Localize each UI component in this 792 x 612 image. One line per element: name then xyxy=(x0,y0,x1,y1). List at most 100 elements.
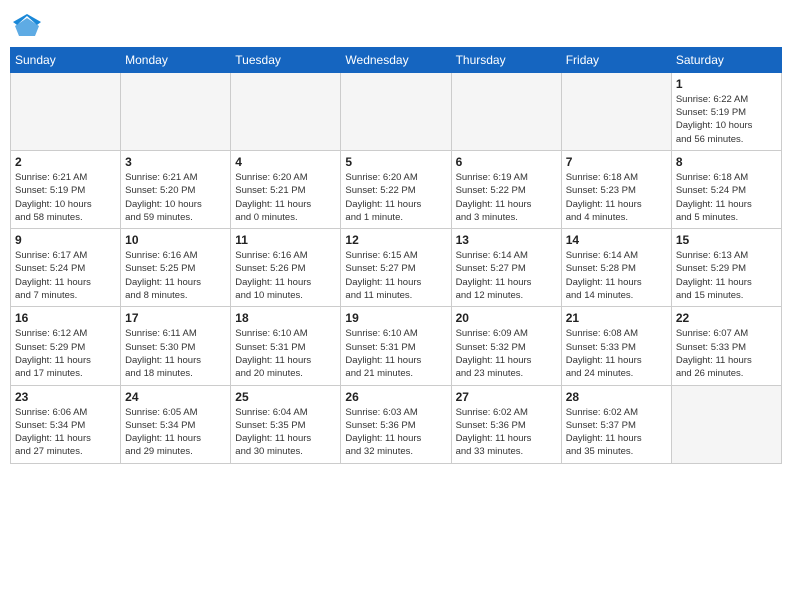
day-number: 28 xyxy=(566,390,667,404)
calendar-week-row: 9 Sunrise: 6:17 AM Sunset: 5:24 PM Daylig… xyxy=(11,229,782,307)
day-info: Sunrise: 6:12 AM Sunset: 5:29 PM Dayligh… xyxy=(15,327,116,380)
weekday-header: Thursday xyxy=(451,47,561,72)
day-number: 21 xyxy=(566,311,667,325)
logo-icon xyxy=(13,14,41,36)
calendar-header-row: SundayMondayTuesdayWednesdayThursdayFrid… xyxy=(11,47,782,72)
calendar-table: SundayMondayTuesdayWednesdayThursdayFrid… xyxy=(10,47,782,464)
day-number: 9 xyxy=(15,233,116,247)
day-info: Sunrise: 6:16 AM Sunset: 5:25 PM Dayligh… xyxy=(125,249,226,302)
day-number: 17 xyxy=(125,311,226,325)
day-info: Sunrise: 6:06 AM Sunset: 5:34 PM Dayligh… xyxy=(15,406,116,459)
day-info: Sunrise: 6:07 AM Sunset: 5:33 PM Dayligh… xyxy=(676,327,777,380)
day-number: 23 xyxy=(15,390,116,404)
calendar-cell: 14 Sunrise: 6:14 AM Sunset: 5:28 PM Dayli… xyxy=(561,229,671,307)
calendar-cell: 3 Sunrise: 6:21 AM Sunset: 5:20 PM Daylig… xyxy=(121,150,231,228)
calendar-cell: 23 Sunrise: 6:06 AM Sunset: 5:34 PM Dayli… xyxy=(11,385,121,463)
weekday-header: Monday xyxy=(121,47,231,72)
calendar-cell xyxy=(671,385,781,463)
day-number: 5 xyxy=(345,155,446,169)
day-info: Sunrise: 6:20 AM Sunset: 5:22 PM Dayligh… xyxy=(345,171,446,224)
day-info: Sunrise: 6:02 AM Sunset: 5:36 PM Dayligh… xyxy=(456,406,557,459)
calendar-cell: 11 Sunrise: 6:16 AM Sunset: 5:26 PM Dayli… xyxy=(231,229,341,307)
calendar-cell: 5 Sunrise: 6:20 AM Sunset: 5:22 PM Daylig… xyxy=(341,150,451,228)
day-number: 14 xyxy=(566,233,667,247)
calendar-cell: 4 Sunrise: 6:20 AM Sunset: 5:21 PM Daylig… xyxy=(231,150,341,228)
calendar-cell xyxy=(451,72,561,150)
calendar-cell: 17 Sunrise: 6:11 AM Sunset: 5:30 PM Dayli… xyxy=(121,307,231,385)
weekday-header: Friday xyxy=(561,47,671,72)
weekday-header: Tuesday xyxy=(231,47,341,72)
day-info: Sunrise: 6:13 AM Sunset: 5:29 PM Dayligh… xyxy=(676,249,777,302)
calendar-week-row: 2 Sunrise: 6:21 AM Sunset: 5:19 PM Daylig… xyxy=(11,150,782,228)
calendar-cell xyxy=(231,72,341,150)
day-number: 4 xyxy=(235,155,336,169)
calendar-cell xyxy=(121,72,231,150)
calendar-cell: 1Sunrise: 6:22 AM Sunset: 5:19 PM Daylig… xyxy=(671,72,781,150)
calendar-cell: 27 Sunrise: 6:02 AM Sunset: 5:36 PM Dayli… xyxy=(451,385,561,463)
day-info: Sunrise: 6:22 AM Sunset: 5:19 PM Dayligh… xyxy=(676,93,777,146)
calendar-cell: 8 Sunrise: 6:18 AM Sunset: 5:24 PM Daylig… xyxy=(671,150,781,228)
calendar-cell: 22 Sunrise: 6:07 AM Sunset: 5:33 PM Dayli… xyxy=(671,307,781,385)
day-info: Sunrise: 6:05 AM Sunset: 5:34 PM Dayligh… xyxy=(125,406,226,459)
day-number: 19 xyxy=(345,311,446,325)
calendar-cell xyxy=(11,72,121,150)
calendar-cell: 15 Sunrise: 6:13 AM Sunset: 5:29 PM Dayli… xyxy=(671,229,781,307)
day-number: 24 xyxy=(125,390,226,404)
day-info: Sunrise: 6:17 AM Sunset: 5:24 PM Dayligh… xyxy=(15,249,116,302)
day-number: 10 xyxy=(125,233,226,247)
calendar-cell: 7 Sunrise: 6:18 AM Sunset: 5:23 PM Daylig… xyxy=(561,150,671,228)
day-info: Sunrise: 6:14 AM Sunset: 5:28 PM Dayligh… xyxy=(566,249,667,302)
day-info: Sunrise: 6:20 AM Sunset: 5:21 PM Dayligh… xyxy=(235,171,336,224)
day-info: Sunrise: 6:04 AM Sunset: 5:35 PM Dayligh… xyxy=(235,406,336,459)
logo xyxy=(10,14,41,41)
calendar-cell: 21 Sunrise: 6:08 AM Sunset: 5:33 PM Dayli… xyxy=(561,307,671,385)
day-number: 22 xyxy=(676,311,777,325)
calendar-cell: 16Sunrise: 6:12 AM Sunset: 5:29 PM Dayli… xyxy=(11,307,121,385)
day-number: 27 xyxy=(456,390,557,404)
day-number: 7 xyxy=(566,155,667,169)
calendar-cell: 25 Sunrise: 6:04 AM Sunset: 5:35 PM Dayli… xyxy=(231,385,341,463)
weekday-header: Sunday xyxy=(11,47,121,72)
day-info: Sunrise: 6:10 AM Sunset: 5:31 PM Dayligh… xyxy=(235,327,336,380)
day-number: 25 xyxy=(235,390,336,404)
day-number: 20 xyxy=(456,311,557,325)
page-header xyxy=(10,10,782,41)
day-info: Sunrise: 6:21 AM Sunset: 5:19 PM Dayligh… xyxy=(15,171,116,224)
day-info: Sunrise: 6:16 AM Sunset: 5:26 PM Dayligh… xyxy=(235,249,336,302)
day-number: 26 xyxy=(345,390,446,404)
day-info: Sunrise: 6:08 AM Sunset: 5:33 PM Dayligh… xyxy=(566,327,667,380)
calendar-cell: 10 Sunrise: 6:16 AM Sunset: 5:25 PM Dayli… xyxy=(121,229,231,307)
day-info: Sunrise: 6:14 AM Sunset: 5:27 PM Dayligh… xyxy=(456,249,557,302)
day-number: 12 xyxy=(345,233,446,247)
calendar-cell: 9 Sunrise: 6:17 AM Sunset: 5:24 PM Daylig… xyxy=(11,229,121,307)
day-info: Sunrise: 6:15 AM Sunset: 5:27 PM Dayligh… xyxy=(345,249,446,302)
day-info: Sunrise: 6:21 AM Sunset: 5:20 PM Dayligh… xyxy=(125,171,226,224)
day-number: 6 xyxy=(456,155,557,169)
calendar-cell: 12 Sunrise: 6:15 AM Sunset: 5:27 PM Dayli… xyxy=(341,229,451,307)
day-info: Sunrise: 6:18 AM Sunset: 5:23 PM Dayligh… xyxy=(566,171,667,224)
day-number: 13 xyxy=(456,233,557,247)
day-info: Sunrise: 6:18 AM Sunset: 5:24 PM Dayligh… xyxy=(676,171,777,224)
day-info: Sunrise: 6:19 AM Sunset: 5:22 PM Dayligh… xyxy=(456,171,557,224)
calendar-cell: 20 Sunrise: 6:09 AM Sunset: 5:32 PM Dayli… xyxy=(451,307,561,385)
calendar-cell: 6 Sunrise: 6:19 AM Sunset: 5:22 PM Daylig… xyxy=(451,150,561,228)
calendar-cell xyxy=(561,72,671,150)
day-number: 18 xyxy=(235,311,336,325)
day-info: Sunrise: 6:09 AM Sunset: 5:32 PM Dayligh… xyxy=(456,327,557,380)
calendar-cell: 24 Sunrise: 6:05 AM Sunset: 5:34 PM Dayli… xyxy=(121,385,231,463)
day-info: Sunrise: 6:10 AM Sunset: 5:31 PM Dayligh… xyxy=(345,327,446,380)
day-info: Sunrise: 6:11 AM Sunset: 5:30 PM Dayligh… xyxy=(125,327,226,380)
day-number: 2 xyxy=(15,155,116,169)
calendar-week-row: 16Sunrise: 6:12 AM Sunset: 5:29 PM Dayli… xyxy=(11,307,782,385)
day-number: 3 xyxy=(125,155,226,169)
day-number: 15 xyxy=(676,233,777,247)
calendar-cell: 18 Sunrise: 6:10 AM Sunset: 5:31 PM Dayli… xyxy=(231,307,341,385)
calendar-cell: 2 Sunrise: 6:21 AM Sunset: 5:19 PM Daylig… xyxy=(11,150,121,228)
weekday-header: Saturday xyxy=(671,47,781,72)
day-number: 11 xyxy=(235,233,336,247)
calendar-cell xyxy=(341,72,451,150)
day-number: 8 xyxy=(676,155,777,169)
day-info: Sunrise: 6:02 AM Sunset: 5:37 PM Dayligh… xyxy=(566,406,667,459)
calendar-cell: 13 Sunrise: 6:14 AM Sunset: 5:27 PM Dayli… xyxy=(451,229,561,307)
weekday-header: Wednesday xyxy=(341,47,451,72)
